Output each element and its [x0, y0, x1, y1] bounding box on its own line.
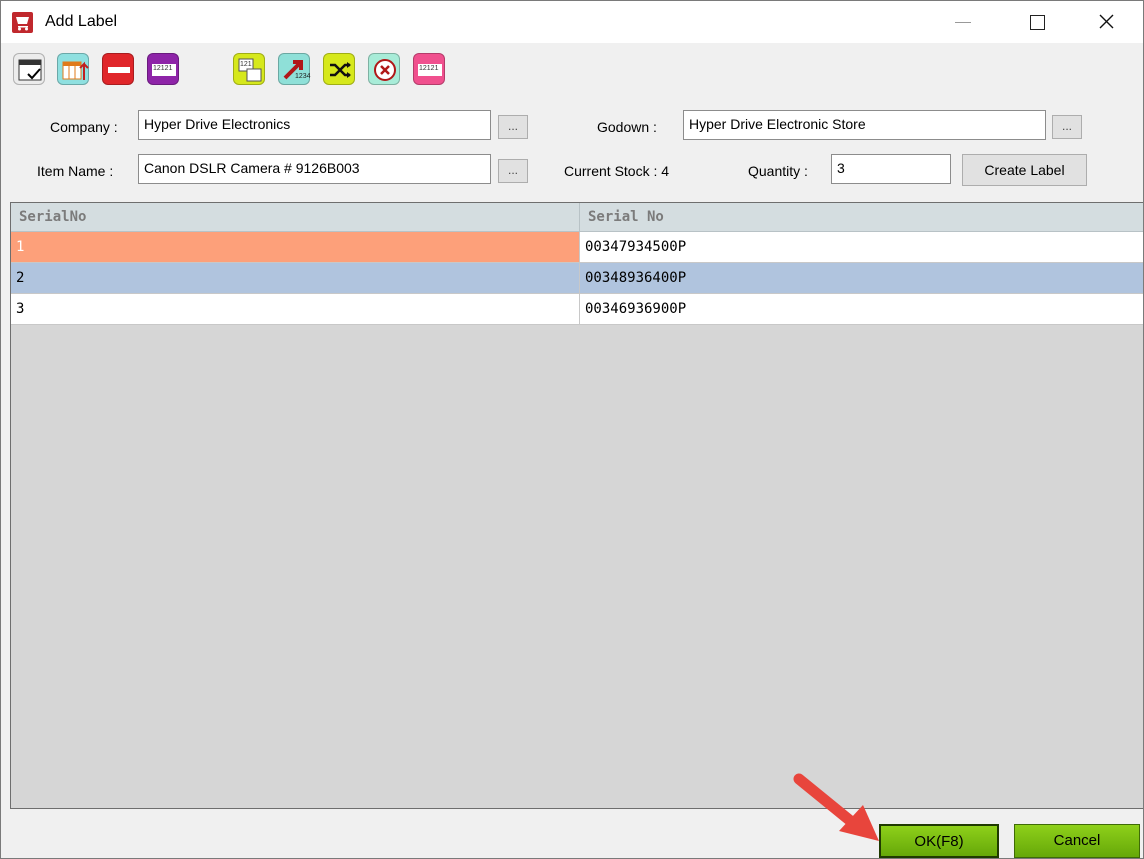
barcode-label-text: 12121 [153, 65, 173, 72]
item-name-field[interactable]: Canon DSLR Camera # 9126B003 [138, 154, 491, 184]
godown-label: Godown : [597, 119, 657, 135]
serial-grid[interactable]: SerialNo Serial No 1 00347934500P 2 0034… [10, 202, 1143, 809]
table-export-icon[interactable] [57, 53, 89, 85]
toolbar: 12121 121 1234 12121 [1, 48, 1143, 96]
item-name-label: Item Name : [37, 163, 114, 179]
table-row[interactable]: 2 00348936400P [11, 263, 1143, 294]
current-stock-label: Current Stock : 4 [564, 163, 670, 179]
print-label-text: 12121 [419, 65, 439, 72]
minimize-button[interactable] [937, 1, 983, 43]
cancel-button[interactable]: Cancel [1014, 824, 1140, 858]
row-index-cell[interactable]: 1 [11, 232, 580, 262]
maximize-icon [1030, 15, 1045, 30]
ok-button[interactable]: OK(F8) [879, 824, 999, 858]
maximize-button[interactable] [1015, 1, 1061, 43]
close-button[interactable] [1083, 1, 1129, 43]
print-label-icon[interactable]: 12121 [413, 53, 445, 85]
number-arrow-text: 1234 [295, 73, 311, 80]
quantity-label: Quantity : [748, 163, 808, 179]
add-label-window: Add Label 12121 121 1234 12121 Company:… [0, 0, 1144, 859]
table-row[interactable]: 1 00347934500P [11, 232, 1143, 263]
create-label-button[interactable]: Create Label [962, 154, 1087, 186]
annotation-arrow-icon [793, 773, 879, 841]
barcode-label-icon[interactable]: 12121 [147, 53, 179, 85]
remove-icon[interactable] [102, 53, 134, 85]
close-icon [1099, 14, 1114, 29]
cancel-circle-icon[interactable] [368, 53, 400, 85]
item-browse-button[interactable]: ... [498, 159, 528, 183]
column-header-serialno[interactable]: SerialNo [11, 203, 580, 231]
calendar-check-icon[interactable] [13, 53, 45, 85]
serial-number-icon[interactable]: 121 [233, 53, 265, 85]
serial-no-cell[interactable]: 00346936900P [580, 294, 1143, 324]
shopping-cart-icon [12, 12, 33, 33]
column-header-serial-no[interactable]: Serial No [580, 203, 1143, 231]
grid-header: SerialNo Serial No [11, 203, 1143, 232]
godown-field[interactable]: Hyper Drive Electronic Store [683, 110, 1046, 140]
company-field[interactable]: Hyper Drive Electronics [138, 110, 491, 140]
row-index-cell[interactable]: 3 [11, 294, 580, 324]
title-bar: Add Label [1, 1, 1143, 43]
serial-no-cell[interactable]: 00348936400P [580, 263, 1143, 293]
window-title: Add Label [45, 13, 118, 30]
row-index-cell[interactable]: 2 [11, 263, 580, 293]
table-row[interactable]: 3 00346936900P [11, 294, 1143, 325]
serial-no-cell[interactable]: 00347934500P [580, 232, 1143, 262]
company-browse-button[interactable]: ... [498, 115, 528, 139]
number-arrow-icon[interactable]: 1234 [278, 53, 311, 85]
company-label: Company : [50, 119, 118, 135]
serial-number-text: 121 [240, 61, 252, 68]
minimize-icon [955, 22, 971, 23]
godown-browse-button[interactable]: ... [1052, 115, 1082, 139]
shuffle-icon[interactable] [323, 53, 355, 85]
quantity-field[interactable]: 3 [831, 154, 951, 184]
